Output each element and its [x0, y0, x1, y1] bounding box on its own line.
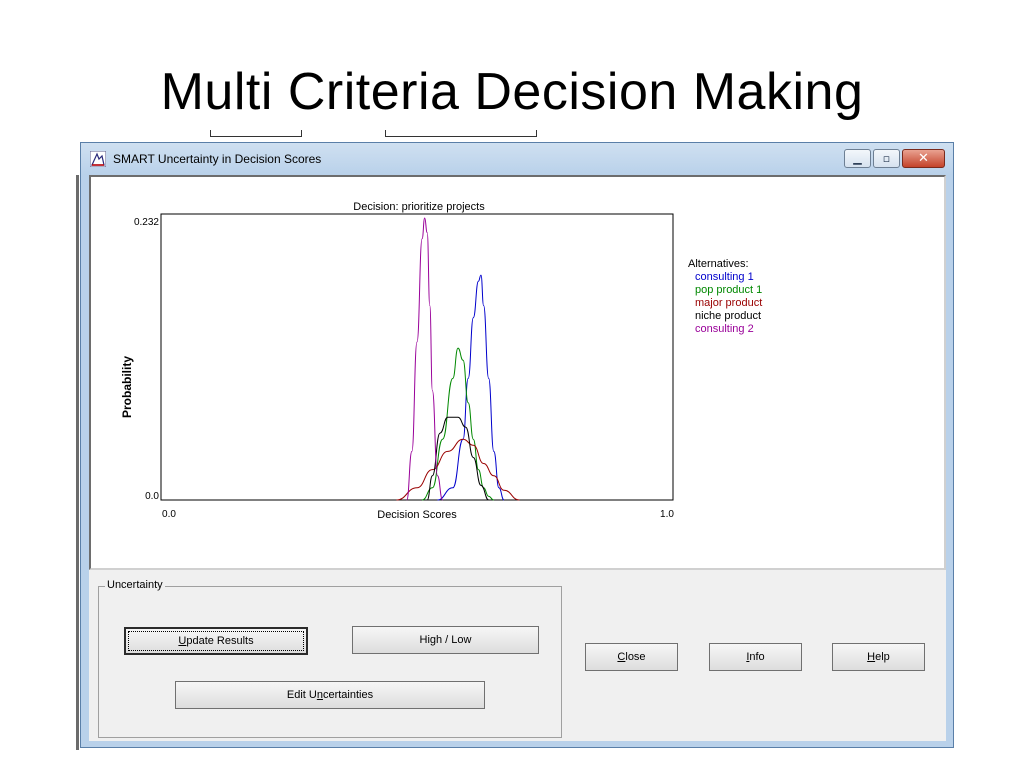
background-box: [210, 130, 302, 137]
uncertainty-group-label: Uncertainty: [105, 579, 165, 591]
y-tick-label-max: 0.232: [134, 217, 159, 228]
legend-item: consulting 1: [695, 271, 754, 283]
maximize-button[interactable]: ▫: [873, 149, 900, 168]
smart-uncertainty-window: SMART Uncertainty in Decision Scores ▁ ▫…: [80, 142, 954, 748]
legend-item: niche product: [695, 310, 762, 322]
uncertainty-chart: Decision: prioritize projects 0.232 0.0 …: [120, 201, 674, 521]
chart-legend: Alternatives: consulting 1 pop product 1…: [688, 258, 762, 336]
close-window-button[interactable]: ✕: [902, 149, 945, 168]
y-axis-label: Probability: [120, 356, 134, 418]
edit-uncertainties-button[interactable]: Edit Uncertainties: [175, 681, 485, 709]
y-tick-label-min: 0.0: [145, 491, 159, 502]
chart-panel: Decision: prioritize projects 0.232 0.0 …: [89, 175, 946, 570]
x-tick-label-max: 1.0: [660, 509, 674, 520]
x-axis-label: Decision Scores: [377, 509, 457, 521]
uncertainty-groupbox: [98, 586, 562, 738]
slide-title: Multi Criteria Decision Making: [160, 63, 864, 121]
maximize-icon: ▫: [882, 152, 891, 165]
update-results-button[interactable]: Update Results: [124, 627, 308, 655]
background-window-edge: [76, 175, 79, 750]
minimize-icon: ▁: [853, 152, 862, 165]
label-part: elp: [875, 651, 890, 663]
x-tick-label-min: 0.0: [162, 509, 176, 520]
close-button[interactable]: Close: [585, 643, 678, 671]
legend-item: consulting 2: [695, 323, 754, 335]
chart-title: Decision: prioritize projects: [353, 201, 485, 213]
window-client-area: Decision: prioritize projects 0.232 0.0 …: [89, 175, 946, 741]
legend-item: major product: [695, 297, 763, 309]
label-part: certainties: [322, 689, 374, 701]
legend-title: Alternatives:: [688, 258, 749, 270]
label-part: nfo: [749, 651, 765, 663]
help-button[interactable]: Help: [832, 643, 925, 671]
high-low-button[interactable]: High / Low: [352, 626, 539, 654]
minimize-button[interactable]: ▁: [844, 149, 871, 168]
legend-item: pop product 1: [695, 284, 763, 296]
close-icon: ✕: [918, 151, 929, 166]
smart-app-icon: [90, 151, 106, 167]
plot-frame: [160, 213, 674, 501]
window-titlebar[interactable]: SMART Uncertainty in Decision Scores ▁ ▫…: [81, 143, 953, 175]
mnemonic: H: [867, 651, 876, 663]
label-part: lose: [625, 651, 646, 663]
focus-rectangle: [128, 631, 304, 651]
info-button[interactable]: Info: [709, 643, 802, 671]
background-window-edge: [200, 130, 960, 142]
window-title: SMART Uncertainty in Decision Scores: [113, 152, 322, 166]
background-box: [385, 130, 537, 137]
label-part: Edit U: [286, 689, 317, 701]
